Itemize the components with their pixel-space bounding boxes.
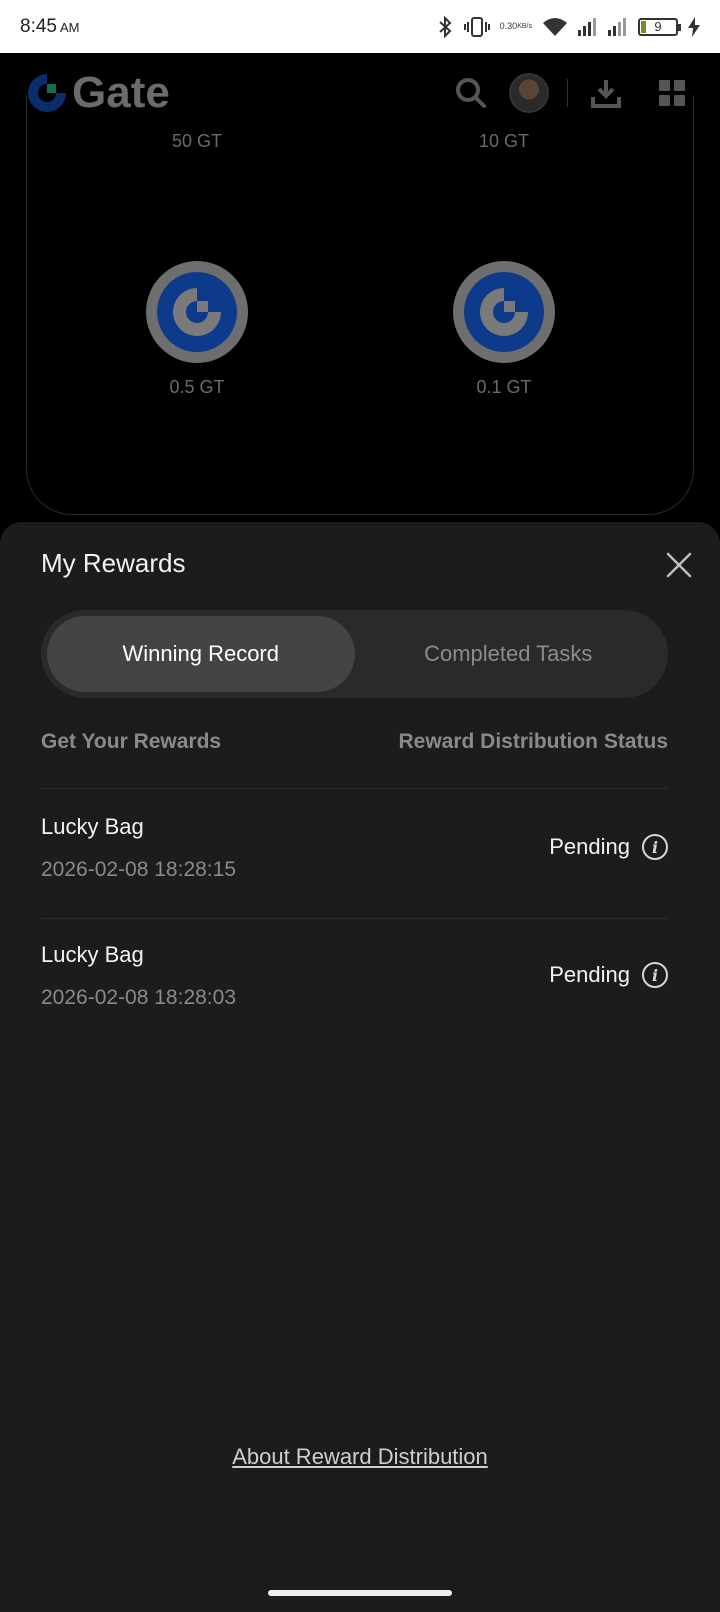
vibrate-icon	[463, 16, 490, 38]
info-icon[interactable]: i	[642, 962, 668, 988]
prize-label: 10 GT	[478, 131, 530, 151]
sheet-title: My Rewards	[41, 548, 186, 578]
tab-winning-record[interactable]: Winning Record	[47, 616, 355, 692]
status-time-ampm: AM	[59, 19, 80, 35]
column-headers: Get Your Rewards Reward Distribution Sta…	[41, 730, 668, 754]
gt-coin-icon	[453, 261, 555, 363]
info-icon[interactable]: i	[642, 834, 668, 860]
status-bar: 8:45 AM 0.30 KB/s 9	[0, 0, 720, 53]
prize-label: 0.5 GT	[169, 377, 225, 397]
battery-icon: 9	[638, 17, 681, 36]
record-status: Pending i	[549, 962, 668, 988]
net-speed-value: 0.30	[499, 21, 518, 31]
record-date: 2026-02-08 18:28:03	[41, 986, 236, 1009]
divider	[41, 788, 668, 789]
battery-level: 9	[654, 19, 662, 34]
about-reward-distribution-link[interactable]: About Reward Distribution	[0, 1444, 720, 1470]
list-item: Lucky Bag 2026-02-08 18:28:03 Pending i	[41, 918, 668, 1046]
status-time: 8:45 AM	[20, 16, 79, 38]
prize-item: 50 GT	[97, 131, 297, 152]
status-time-value: 8:45	[20, 15, 57, 37]
prize-item: 0.1 GT	[404, 261, 604, 398]
bluetooth-icon	[436, 15, 454, 38]
prize-card: 50 GT 10 GT 0.5 GT 0.1 GT	[26, 95, 694, 515]
net-speed-unit: KB/s	[517, 23, 532, 30]
signal-icon	[608, 17, 628, 36]
record-date: 2026-02-08 18:28:15	[41, 858, 236, 881]
net-speed: 0.30 KB/s	[500, 22, 532, 31]
prize-label: 50 GT	[171, 131, 223, 151]
prize-label: 0.1 GT	[476, 377, 532, 397]
prize-item: 0.5 GT	[97, 261, 297, 398]
screen: 8:45 AM 0.30 KB/s 9 Gate 50 GT 10 GT 0.5…	[0, 0, 720, 1612]
close-button[interactable]	[664, 550, 694, 580]
record-status: Pending i	[549, 834, 668, 860]
column-header-rewards: Get Your Rewards	[41, 730, 222, 753]
tab-completed-tasks[interactable]: Completed Tasks	[355, 616, 663, 692]
status-text: Pending	[549, 962, 630, 987]
my-rewards-sheet: My Rewards Winning Record Completed Task…	[0, 522, 720, 1612]
record-title: Lucky Bag	[41, 942, 144, 967]
prize-item: 10 GT	[404, 131, 604, 152]
signal-icon	[578, 17, 598, 36]
close-icon	[666, 552, 692, 578]
column-header-status: Reward Distribution Status	[398, 730, 668, 753]
charging-icon	[688, 16, 700, 37]
status-icons: 0.30 KB/s 9	[436, 15, 700, 38]
record-title: Lucky Bag	[41, 814, 144, 839]
rewards-tabs: Winning Record Completed Tasks	[41, 610, 668, 698]
status-text: Pending	[549, 834, 630, 859]
gt-coin-icon	[146, 261, 248, 363]
wifi-icon	[542, 17, 568, 37]
list-item: Lucky Bag 2026-02-08 18:28:15 Pending i	[41, 790, 668, 918]
home-indicator[interactable]	[268, 1590, 452, 1596]
